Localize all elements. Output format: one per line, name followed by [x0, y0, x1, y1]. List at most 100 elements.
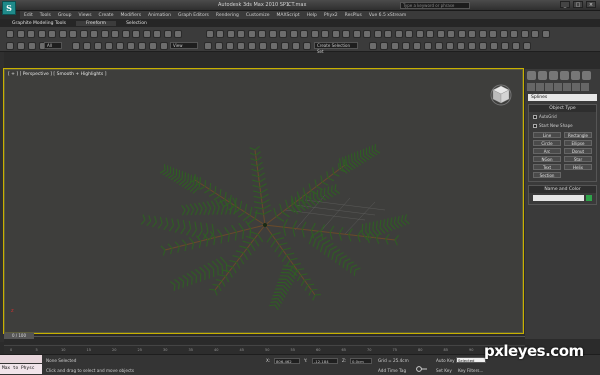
toolbar-tool-icon[interactable] — [384, 30, 392, 38]
start-new-shape-checkbox[interactable]: Start New Shape — [529, 121, 596, 130]
menu-tools[interactable]: Tools — [40, 13, 51, 18]
toolbar-tool-icon[interactable] — [395, 30, 403, 38]
toolbar-tool-icon[interactable] — [6, 30, 14, 38]
section-button[interactable]: Section — [533, 172, 561, 178]
toolbar-tool-icon[interactable] — [402, 42, 410, 50]
object-type-title[interactable]: Object Type — [529, 105, 596, 112]
auto-key-button[interactable]: Auto Key — [436, 358, 455, 363]
toolbar-tool-icon[interactable] — [237, 30, 245, 38]
named-selection-dropdown[interactable]: Create Selection Set — [314, 42, 358, 54]
toolbar-tool-icon[interactable] — [6, 42, 14, 50]
toolbar-tool-icon[interactable] — [521, 30, 529, 38]
toolbar-tool-icon[interactable] — [369, 42, 377, 50]
modify-tab-icon[interactable] — [538, 71, 547, 80]
toolbar-tool-icon[interactable] — [437, 30, 445, 38]
autogrid-checkbox[interactable]: AutoGrid — [529, 112, 596, 121]
menu-vue[interactable]: Vue 6.5 xStream — [369, 13, 406, 18]
toolbar-tool-icon[interactable] — [215, 42, 223, 50]
toolbar-tool-icon[interactable] — [248, 42, 256, 50]
toolbar-tool-icon[interactable] — [290, 30, 298, 38]
toolbar-tool-icon[interactable] — [279, 30, 287, 38]
toolbar-tool-icon[interactable] — [424, 42, 432, 50]
menu-rendering[interactable]: Rendering — [216, 13, 239, 18]
toolbar-tool-icon[interactable] — [311, 30, 319, 38]
pine-branch-model[interactable] — [105, 110, 425, 310]
tab-graphite-modeling-tools[interactable]: Graphite Modeling Tools — [12, 21, 66, 26]
toolbar-tool-icon[interactable] — [458, 30, 466, 38]
toolbar-tool-icon[interactable] — [174, 30, 182, 38]
toolbar-tool-icon[interactable] — [269, 30, 277, 38]
cameras-icon[interactable] — [554, 83, 562, 91]
toolbar-tool-icon[interactable] — [489, 30, 497, 38]
toolbar-tool-icon[interactable] — [416, 30, 424, 38]
toolbar-tool-icon[interactable] — [122, 30, 130, 38]
search-input[interactable]: Type a keyword or phrase — [400, 2, 470, 9]
toolbar-tool-icon[interactable] — [83, 42, 91, 50]
menu-help[interactable]: Help — [307, 13, 317, 18]
toolbar-tool-icon[interactable] — [446, 42, 454, 50]
selection-filter-dropdown[interactable]: All — [44, 42, 62, 49]
geometry-icon[interactable] — [527, 83, 535, 91]
toolbar-tool-icon[interactable] — [523, 42, 531, 50]
z-coordinate-field[interactable]: 0.0cm — [350, 358, 372, 364]
track-bar[interactable]: 0 5 10 15 20 25 30 35 40 45 50 55 60 65 70 75 80 85 90 95 10… — [4, 345, 527, 354]
toolbar-tool-icon[interactable] — [38, 30, 46, 38]
selected-dropdown[interactable]: Selected — [456, 357, 486, 363]
toolbar-tool-icon[interactable] — [143, 30, 151, 38]
toolbar-tool-icon[interactable] — [105, 42, 113, 50]
toolbar-tool-icon[interactable] — [160, 42, 168, 50]
object-color-swatch[interactable] — [586, 195, 592, 201]
menu-animation[interactable]: Animation — [148, 13, 171, 18]
toolbar-tool-icon[interactable] — [206, 30, 214, 38]
start-new-shape-check-icon[interactable] — [533, 123, 537, 128]
menu-graph-editors[interactable]: Graph Editors — [178, 13, 209, 18]
viewcube-icon[interactable] — [489, 82, 513, 106]
toolbar-tool-icon[interactable] — [468, 42, 476, 50]
toolbar-tool-icon[interactable] — [292, 42, 300, 50]
toolbar-tool-icon[interactable] — [48, 30, 56, 38]
menu-phyx2[interactable]: Phyx2 — [324, 13, 338, 18]
toolbar-tool-icon[interactable] — [164, 30, 172, 38]
set-key-button[interactable]: Set Key — [436, 368, 452, 373]
toolbar-tool-icon[interactable] — [59, 30, 67, 38]
ngon-button[interactable]: NGon — [533, 156, 561, 162]
lights-icon[interactable] — [545, 83, 553, 91]
arc-button[interactable]: Arc — [533, 148, 561, 154]
space-warps-icon[interactable] — [572, 83, 580, 91]
toolbar-tool-icon[interactable] — [111, 30, 119, 38]
toolbar-tool-icon[interactable] — [300, 30, 308, 38]
toolbar-tool-icon[interactable] — [116, 42, 124, 50]
helpers-icon[interactable] — [563, 83, 571, 91]
minimize-button[interactable]: _ — [560, 1, 570, 8]
toolbar-tool-icon[interactable] — [258, 30, 266, 38]
ellipse-button[interactable]: Ellipse — [564, 140, 592, 146]
hierarchy-tab-icon[interactable] — [549, 71, 558, 80]
toolbar-tool-icon[interactable] — [380, 42, 388, 50]
donut-button[interactable]: Donut — [564, 148, 592, 154]
toolbar-tool-icon[interactable] — [468, 30, 476, 38]
toolbar-tool-icon[interactable] — [510, 30, 518, 38]
shapes-icon[interactable] — [536, 83, 544, 91]
toolbar-tool-icon[interactable] — [227, 30, 235, 38]
y-coordinate-field[interactable]: -12.184 — [312, 358, 338, 364]
toolbar-tool-icon[interactable] — [237, 42, 245, 50]
toolbar-tool-icon[interactable] — [490, 42, 498, 50]
utilities-tab-icon[interactable] — [582, 71, 591, 80]
toolbar-tool-icon[interactable] — [94, 42, 102, 50]
circle-button[interactable]: Circle — [533, 140, 561, 146]
close-button[interactable]: × — [586, 1, 596, 8]
toolbar-tool-icon[interactable] — [132, 30, 140, 38]
toolbar-tool-icon[interactable] — [281, 42, 289, 50]
toolbar-tool-icon[interactable] — [542, 30, 550, 38]
menu-customize[interactable]: Customize — [246, 13, 270, 18]
toolbar-tool-icon[interactable] — [303, 42, 311, 50]
toolbar-tool-icon[interactable] — [259, 42, 267, 50]
toolbar-tool-icon[interactable] — [332, 30, 340, 38]
toolbar-tool-icon[interactable] — [479, 42, 487, 50]
key-filters-button[interactable]: Key Filters... — [458, 368, 483, 373]
line-button[interactable]: Line — [533, 132, 561, 138]
toolbar-tool-icon[interactable] — [447, 30, 455, 38]
toolbar-tool-icon[interactable] — [216, 30, 224, 38]
menu-edit[interactable]: Edit — [24, 13, 33, 18]
name-color-title[interactable]: Name and Color — [529, 186, 596, 193]
